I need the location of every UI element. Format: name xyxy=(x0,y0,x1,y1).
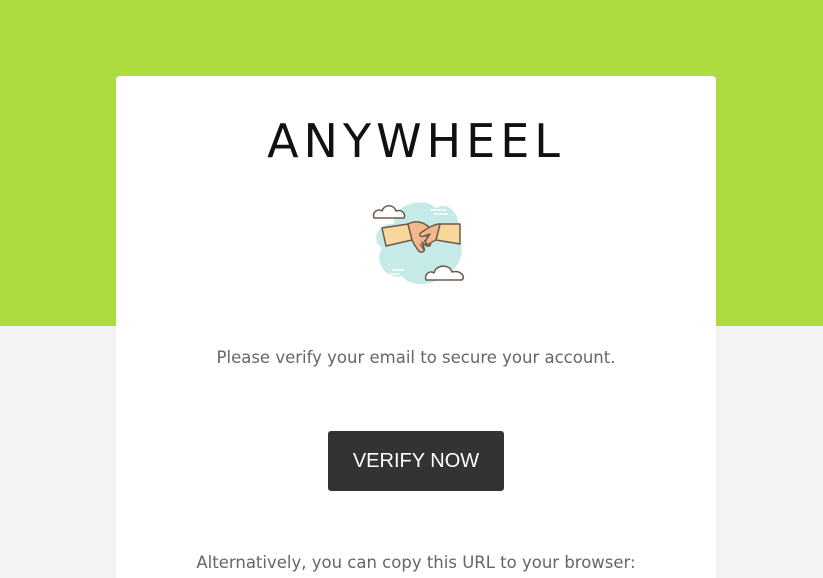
verify-now-button[interactable]: VERIFY NOW xyxy=(328,431,504,491)
alternative-url-text: Alternatively, you can copy this URL to … xyxy=(196,553,636,572)
handshake-icon xyxy=(364,194,476,290)
email-card: ANYWHEEL Please verify your email to sec… xyxy=(116,76,716,578)
email-page: ANYWHEEL Please verify your email to sec… xyxy=(0,0,823,578)
brand-logo: ANYWHEEL xyxy=(267,114,565,168)
verify-message: Please verify your email to secure your … xyxy=(216,348,616,367)
